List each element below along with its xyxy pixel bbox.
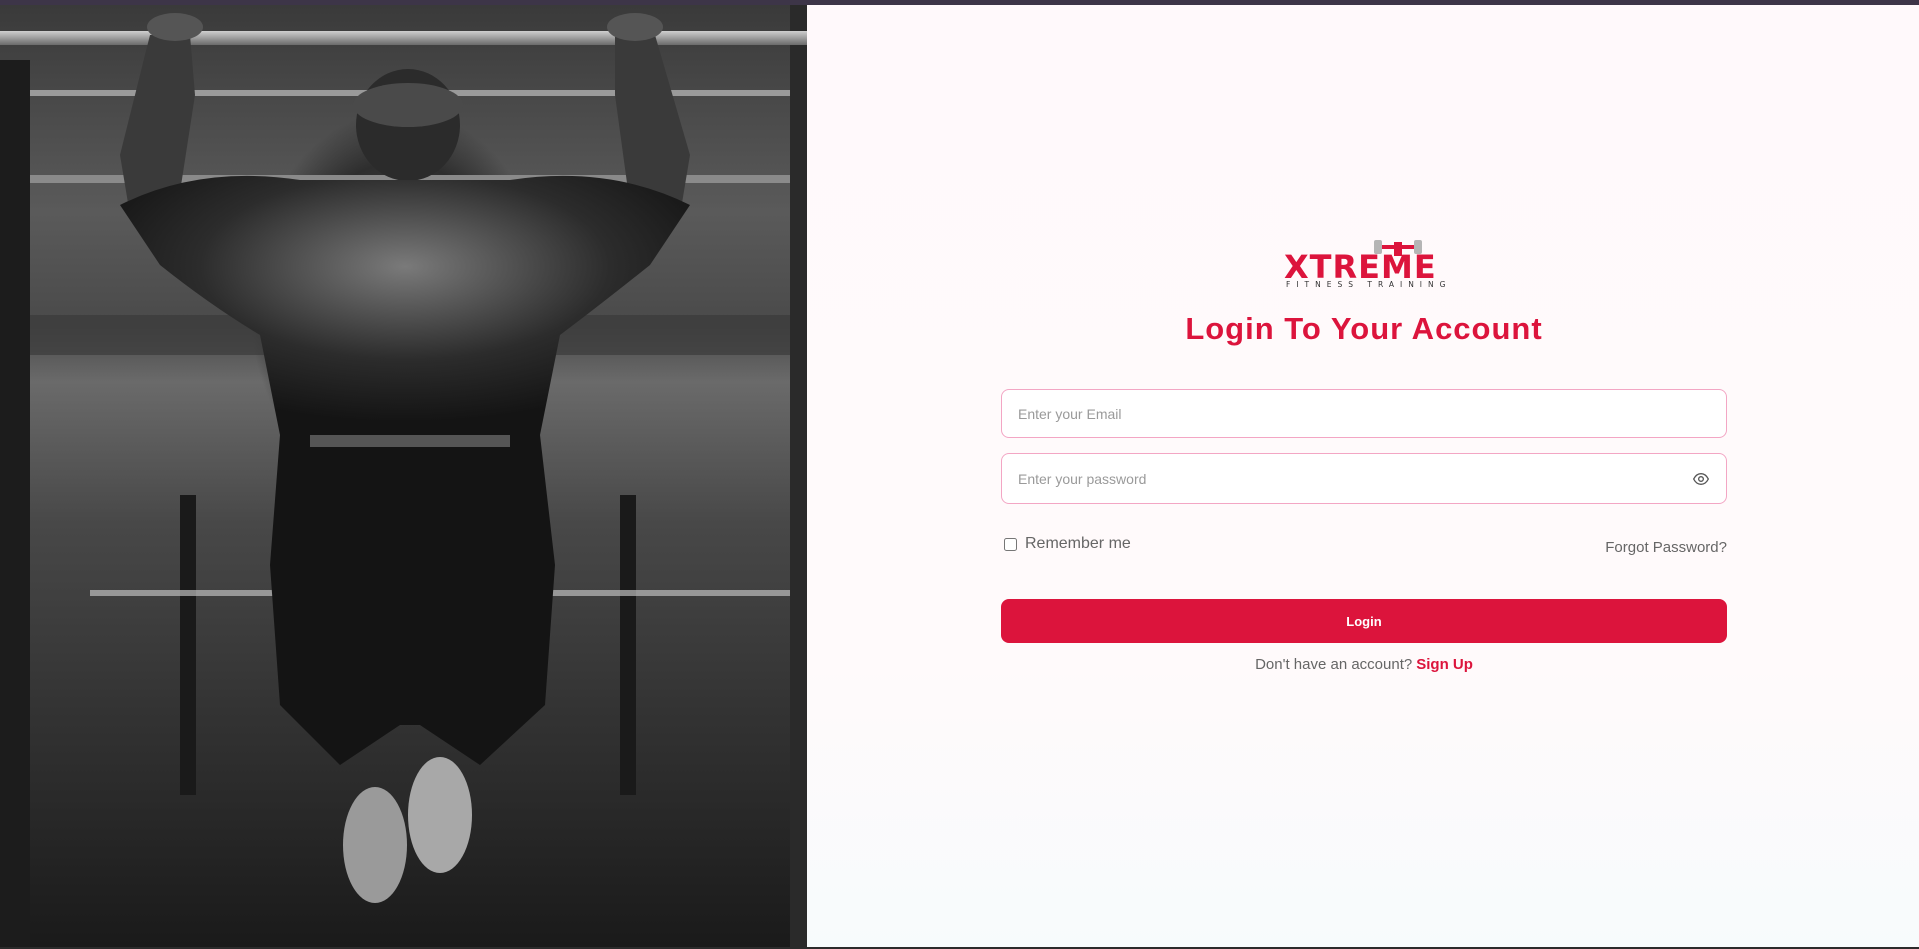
hero-image	[0, 5, 807, 947]
signup-prompt: Don't have an account? Sign Up	[1001, 656, 1727, 673]
email-field[interactable]	[1002, 390, 1726, 437]
remember-me-checkbox[interactable]	[1004, 537, 1017, 551]
page-title: Login To Your Account	[1185, 311, 1543, 346]
login-button[interactable]: Login	[1001, 599, 1727, 643]
remember-me: Remember me	[1004, 535, 1131, 553]
eye-icon[interactable]	[1692, 471, 1710, 487]
email-field-wrapper	[1001, 389, 1727, 438]
forgot-password-link[interactable]: Forgot Password?	[1605, 539, 1727, 556]
brand-logo: XTREME FITNESS TRAINING	[1274, 232, 1445, 294]
hero-illustration	[0, 5, 807, 947]
password-field[interactable]	[1002, 454, 1726, 503]
password-field-wrapper	[1001, 453, 1727, 504]
brand-tagline: FITNESS TRAINING	[1286, 280, 1452, 289]
signup-prompt-text: Don't have an account?	[1255, 656, 1413, 673]
remember-me-label[interactable]: Remember me	[1025, 535, 1131, 553]
signup-link[interactable]: Sign Up	[1416, 656, 1473, 673]
